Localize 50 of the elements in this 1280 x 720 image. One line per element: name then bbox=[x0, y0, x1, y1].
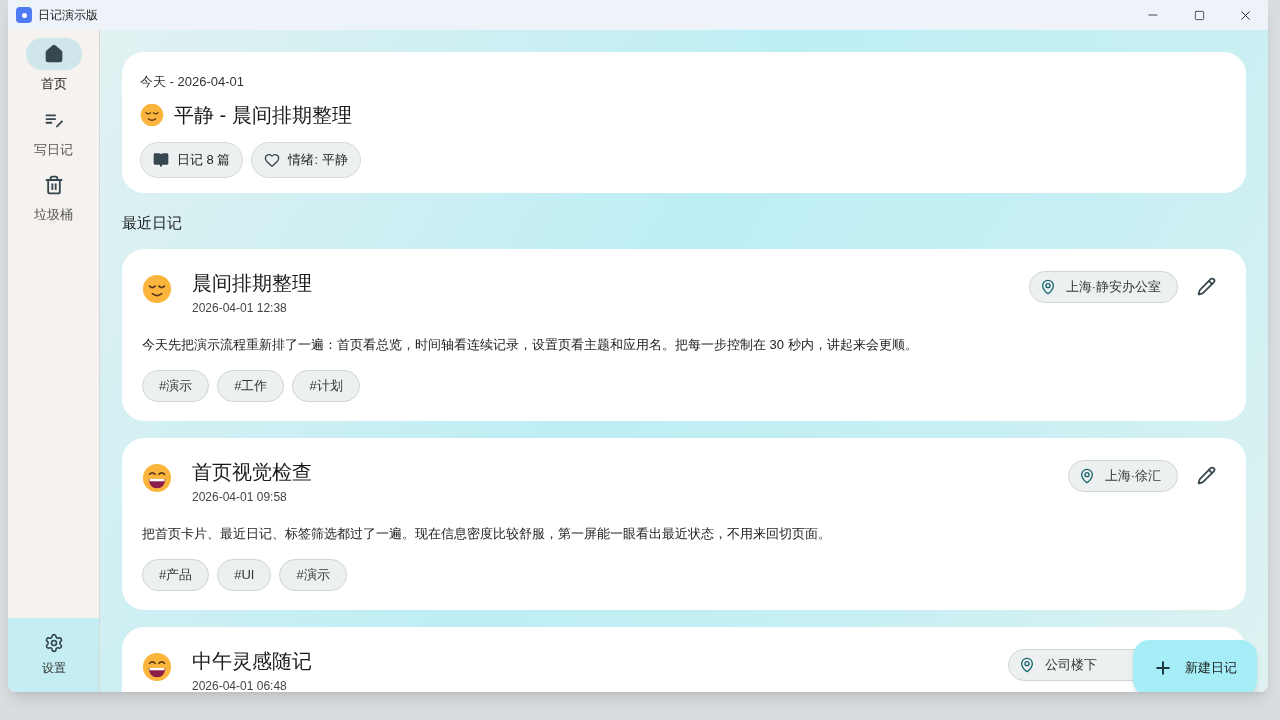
section-title: 最近日记 bbox=[122, 213, 183, 233]
trash-icon bbox=[43, 175, 64, 195]
nav-item[interactable]: 垃圾桶 bbox=[13, 169, 94, 225]
entry-title: 中午灵感随记 bbox=[192, 648, 312, 673]
entry-time: 2026-04-01 06:48 bbox=[192, 677, 288, 692]
location-pin-icon bbox=[1019, 656, 1035, 673]
location-label: 上海·徐汇 bbox=[1104, 466, 1161, 485]
location-label: 上海·静安办公室 bbox=[1065, 277, 1161, 296]
entry-body: 今天先把演示流程重新排了一遍：首页看总览，时间轴看连续记录，设置页看主题和应用名。把每一步控制在 30 秒内，讲起来会更顺。 bbox=[142, 335, 919, 354]
settings-icon bbox=[43, 633, 64, 653]
today-title: 平静 - 晨间排期整理 bbox=[174, 102, 352, 128]
tag-chip[interactable]: #演示 bbox=[142, 370, 210, 402]
book-icon bbox=[153, 151, 169, 168]
nav-item[interactable]: 首页 bbox=[13, 38, 94, 94]
new-entry-button[interactable]: 新建日记 bbox=[1133, 640, 1257, 692]
plus-icon bbox=[1153, 658, 1173, 678]
entry-title: 首页视觉检查 bbox=[192, 459, 312, 484]
nav-item[interactable]: 写日记 bbox=[13, 103, 94, 159]
calm-face-icon bbox=[142, 273, 172, 304]
grinning-face-icon bbox=[142, 651, 172, 682]
diary-card[interactable]: 首页视觉检查 2026-04-01 09:58 上海·徐汇 把首页卡片、最近日记、标签筛选都过了一遍。现在信息密度比较舒服，第一屏能一眼看出最近状态，不用来回切页面。 #产品 #UI #演示 bbox=[122, 437, 1246, 610]
edit-icon bbox=[1196, 466, 1216, 485]
heart-icon bbox=[264, 151, 281, 168]
edit-icon bbox=[1196, 277, 1216, 296]
entry-body: 把首页卡片、最近日记、标签筛选都过了一遍。现在信息密度比较舒服，第一屏能一眼看出最近状态，不用来回切页面。 bbox=[142, 524, 832, 543]
entry-time: 2026-04-01 09:58 bbox=[192, 488, 288, 506]
settings-button[interactable]: 设置 bbox=[41, 633, 66, 677]
tag-chip[interactable]: #演示 bbox=[279, 559, 347, 591]
grinning-face-icon bbox=[142, 462, 172, 493]
home-icon bbox=[43, 44, 64, 64]
nav-label: 首页 bbox=[40, 75, 67, 93]
today-date: 今天 - 2026-04-01 bbox=[140, 73, 246, 91]
location-label: 公司楼下 bbox=[1045, 655, 1097, 674]
entry-title: 晨间排期整理 bbox=[192, 270, 312, 295]
maximize-icon bbox=[1193, 9, 1205, 21]
diary-card[interactable]: 晨间排期整理 2026-04-01 12:38 上海·静安办公室 今天先把演示流程重新排了一遍：首页看总览，时间轴看连续记录，设置页看主题和应用名。把每一步控制在 30 秒内，讲起来会更顺。 #演示 #工作 #计划 bbox=[122, 248, 1246, 421]
location-pin-icon bbox=[1039, 278, 1056, 295]
calm-face-icon bbox=[140, 102, 164, 127]
tag-chip[interactable]: #产品 bbox=[142, 559, 210, 591]
tag-chip[interactable]: #UI bbox=[217, 559, 272, 591]
chip-label: 情绪: 平静 bbox=[288, 150, 348, 169]
app-logo-icon bbox=[16, 7, 32, 23]
location-pin-icon bbox=[1078, 467, 1095, 484]
nav-label: 垃圾桶 bbox=[34, 206, 73, 224]
nav-label: 写日记 bbox=[34, 140, 73, 159]
window-title: 日记演示版 bbox=[38, 7, 98, 24]
tag-chip[interactable]: #计划 bbox=[292, 370, 360, 402]
chip-label: 日记 8 篇 bbox=[177, 150, 231, 169]
tag-chip[interactable]: #工作 bbox=[217, 370, 285, 402]
entry-time: 2026-04-01 12:38 bbox=[192, 299, 288, 317]
